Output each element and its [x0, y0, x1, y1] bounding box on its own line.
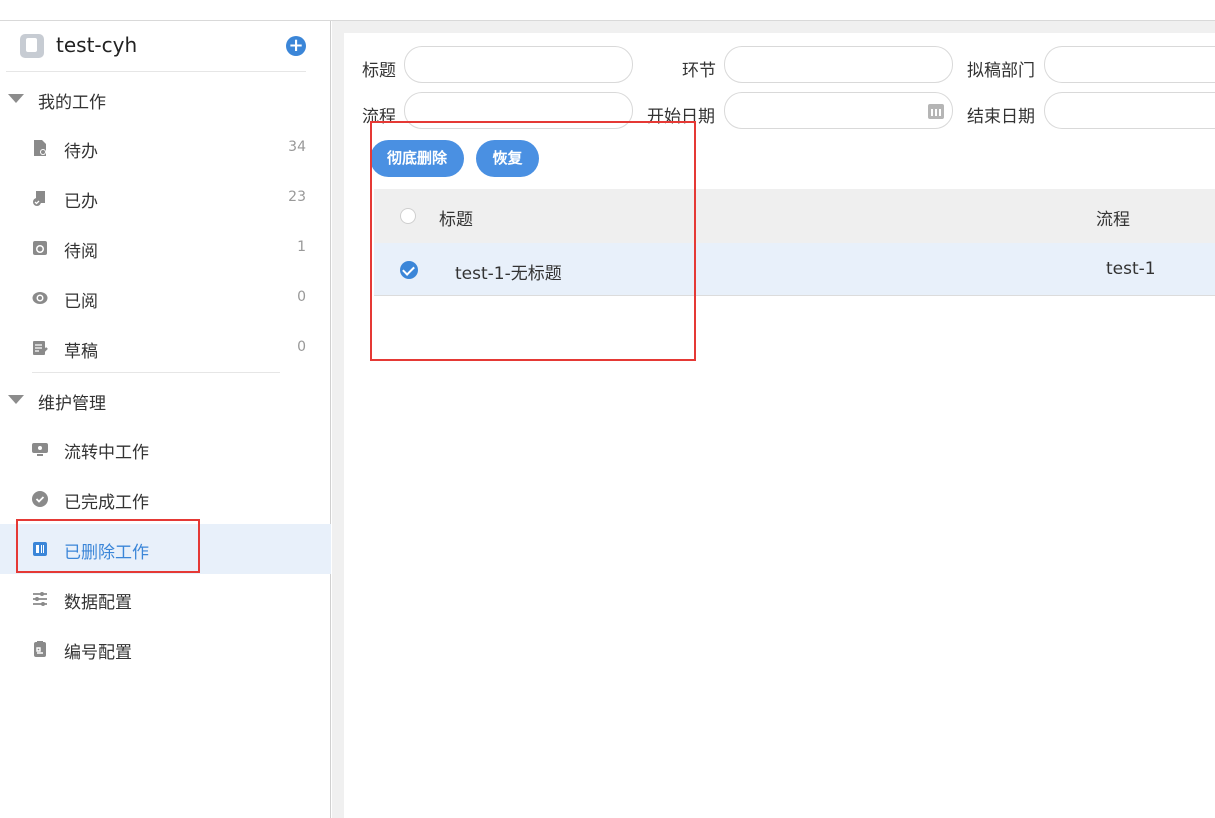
sidebar-item-label: 数据配置	[64, 593, 132, 613]
sidebar-item-count: 34	[288, 139, 306, 155]
sidebar-item-label: 已删除工作	[64, 543, 149, 563]
cell-title: test-1-无标题	[455, 264, 562, 284]
sidebar-item-data-config[interactable]: 数据配置	[0, 574, 331, 624]
sidebar-item-label: 待阅	[64, 242, 98, 262]
sidebar-item-in-progress[interactable]: 流转中工作	[0, 424, 331, 474]
row-checkbox[interactable]	[400, 261, 418, 279]
sidebar-item-completed[interactable]: 已完成工作	[0, 474, 331, 524]
sidebar-item-label: 已阅	[64, 292, 98, 312]
filter-start-date-label: 开始日期	[647, 107, 715, 127]
sidebar-item-count: 1	[297, 239, 306, 255]
filter-end-date-label: 结束日期	[967, 107, 1035, 127]
sidebar-item-label: 已完成工作	[64, 493, 149, 513]
table-row[interactable]: test-1-无标题 test-1	[374, 243, 1215, 296]
check-circle-icon	[32, 491, 48, 507]
end-date-input[interactable]	[1044, 92, 1215, 129]
sidebar-item-count: 0	[297, 339, 306, 355]
sidebar-item-number-config[interactable]: 编号配置	[0, 624, 331, 674]
sidebar-item-label: 待办	[64, 142, 98, 162]
filter-dept-label: 拟稿部门	[967, 61, 1035, 81]
sidebar-item-todo[interactable]: 待办 34	[0, 123, 331, 173]
content-panel: 标题 环节 拟稿部门 流程 开始日期 结束日期 彻底删除 恢复 标题 流程 te…	[344, 33, 1215, 818]
sidebar-item-label: 已办	[64, 192, 98, 212]
sidebar-item-to-read[interactable]: 待阅 1	[0, 223, 331, 273]
app-logo-icon	[20, 34, 44, 58]
column-header-title[interactable]: 标题	[439, 205, 473, 230]
clipboard-icon	[34, 641, 46, 657]
sidebar-item-label: 草稿	[64, 342, 98, 362]
purge-button[interactable]: 彻底删除	[370, 140, 464, 177]
monitor-icon	[32, 443, 48, 456]
group-label: 我的工作	[38, 93, 106, 113]
sliders-icon	[33, 592, 47, 606]
todo-icon	[34, 140, 46, 156]
main-area: 标题 环节 拟稿部门 流程 开始日期 结束日期 彻底删除 恢复 标题 流程 te…	[332, 21, 1215, 818]
delete-doc-icon	[33, 542, 47, 556]
draft-icon	[33, 341, 48, 355]
start-date-input[interactable]	[724, 92, 953, 129]
sidebar: test-cyh + 我的工作 待办 34 已办 23 待阅 1 已阅 0 草稿…	[0, 21, 331, 818]
top-bar	[0, 0, 1215, 21]
filter-node-label: 环节	[682, 61, 716, 81]
sidebar-brand: test-cyh +	[6, 21, 306, 72]
sidebar-item-label: 流转中工作	[64, 443, 149, 463]
column-header-process[interactable]: 流程	[1096, 205, 1130, 230]
sidebar-item-deleted[interactable]: 已删除工作	[0, 524, 331, 574]
table-header: 标题 流程	[374, 189, 1215, 243]
sidebar-item-count: 23	[288, 189, 306, 205]
read-icon	[32, 292, 48, 304]
add-icon[interactable]: +	[286, 36, 306, 56]
done-icon	[33, 191, 45, 206]
restore-button[interactable]: 恢复	[476, 140, 539, 177]
title-input[interactable]	[404, 46, 633, 83]
calendar-icon[interactable]	[928, 104, 944, 119]
divider	[32, 372, 280, 373]
group-maintenance[interactable]: 维护管理	[0, 374, 331, 424]
sidebar-item-draft[interactable]: 草稿 0	[0, 323, 331, 373]
filter-process-label: 流程	[362, 107, 396, 127]
sidebar-item-read[interactable]: 已阅 0	[0, 273, 331, 323]
cell-process: test-1	[1106, 259, 1156, 279]
sidebar-item-count: 0	[297, 289, 306, 305]
group-label: 维护管理	[38, 394, 106, 414]
caret-down-icon	[8, 395, 24, 404]
sidebar-item-label: 编号配置	[64, 643, 132, 663]
filter-title-label: 标题	[362, 61, 396, 81]
group-my-work[interactable]: 我的工作	[0, 73, 331, 123]
to-read-icon	[33, 241, 47, 255]
dept-input[interactable]	[1044, 46, 1215, 83]
select-all-checkbox[interactable]	[400, 208, 416, 224]
node-input[interactable]	[724, 46, 953, 83]
sidebar-item-done[interactable]: 已办 23	[0, 173, 331, 223]
process-input[interactable]	[404, 92, 633, 129]
app-name: test-cyh	[56, 33, 138, 57]
caret-down-icon	[8, 94, 24, 103]
